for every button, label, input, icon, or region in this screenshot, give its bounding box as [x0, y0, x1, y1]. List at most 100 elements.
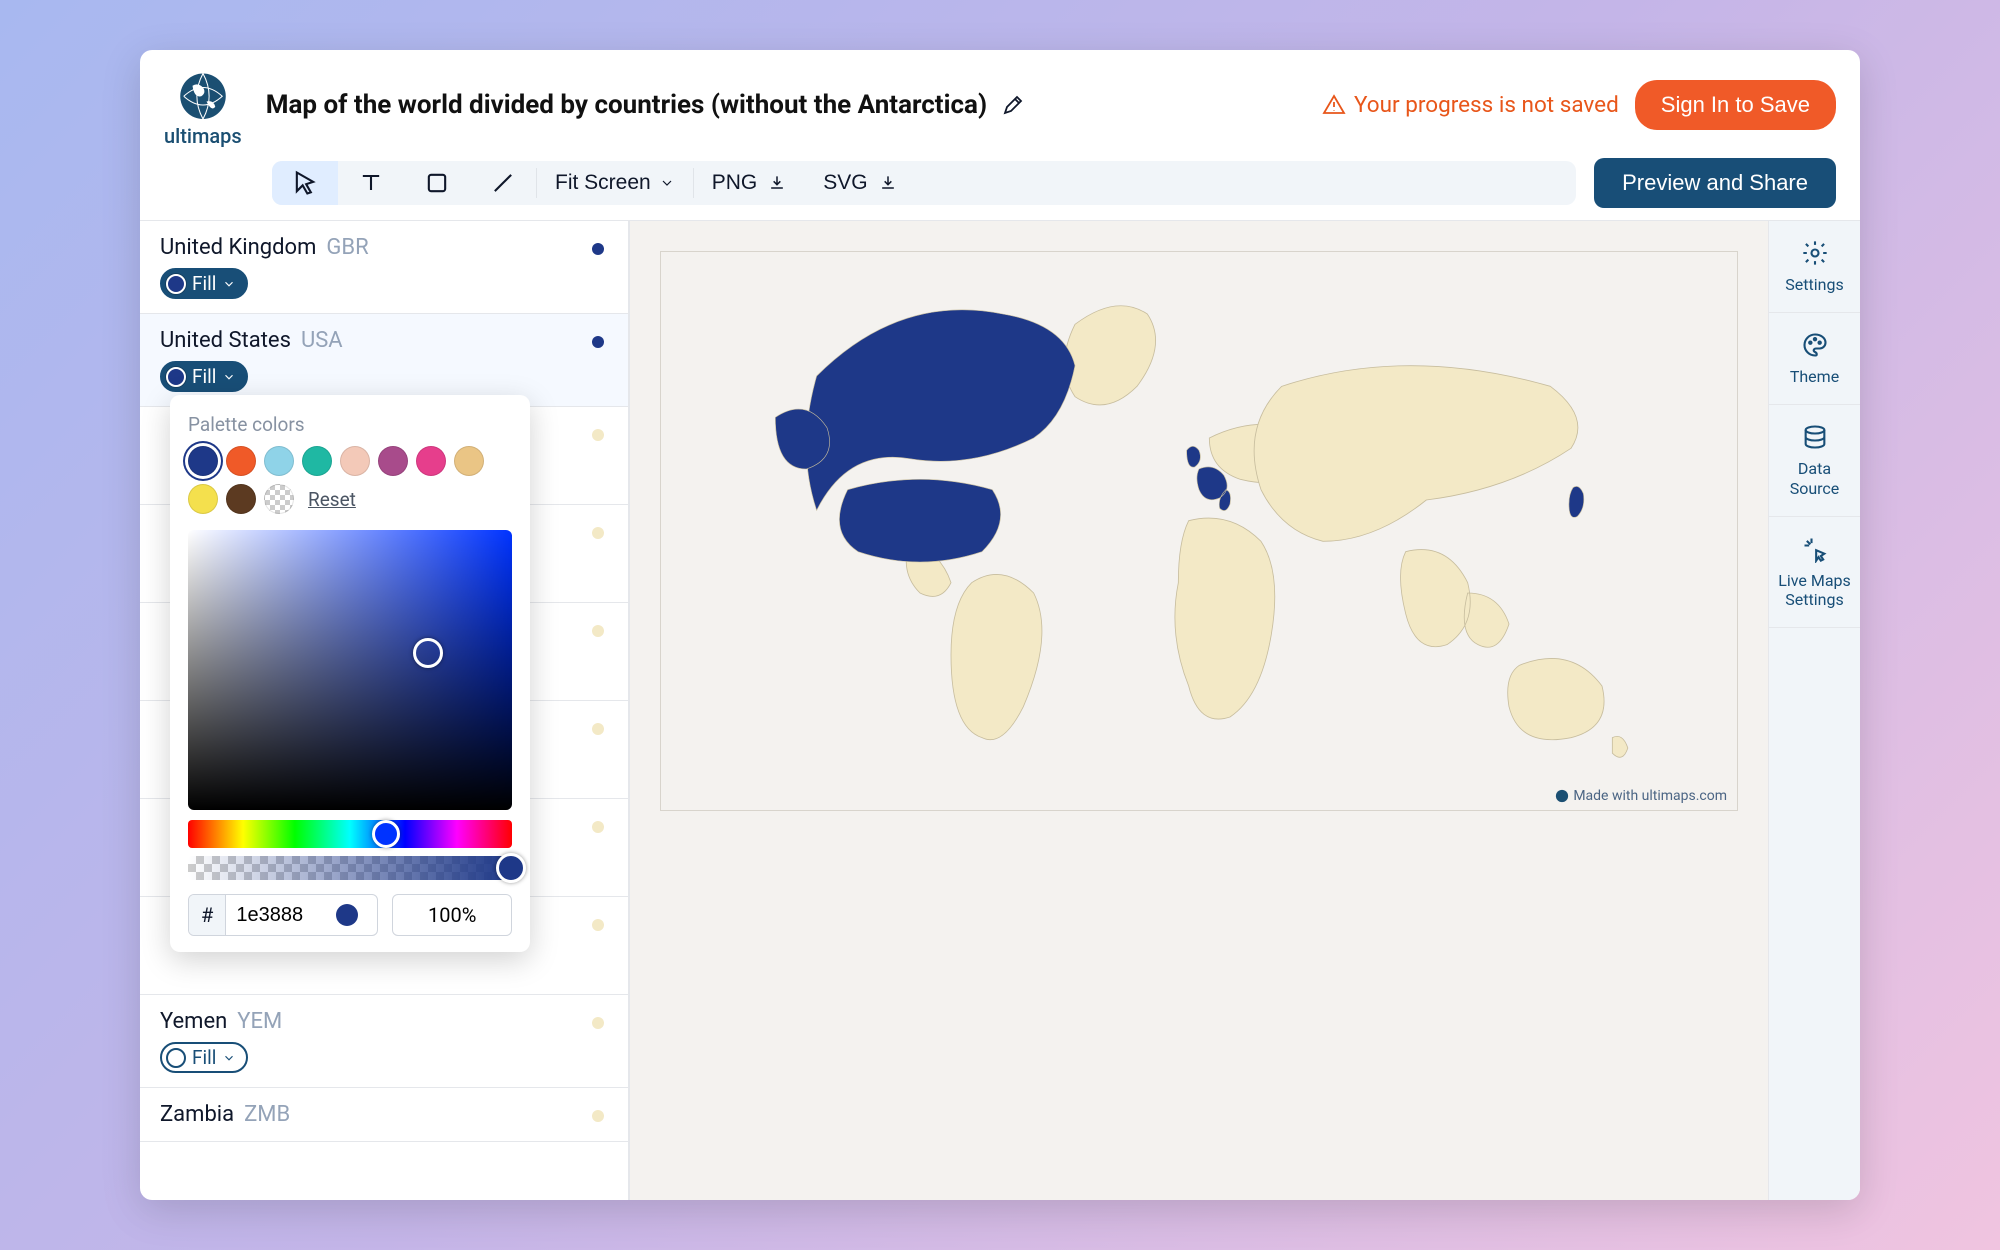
download-icon — [878, 173, 898, 193]
palette-color[interactable] — [302, 446, 332, 476]
world-map — [661, 252, 1737, 810]
edit-icon[interactable] — [1001, 93, 1025, 117]
palette-color[interactable] — [264, 446, 294, 476]
logo[interactable]: ultimaps — [164, 70, 242, 148]
svg-label: SVG — [823, 171, 867, 195]
country-status-dot — [592, 625, 604, 637]
country-status-dot — [592, 527, 604, 539]
palette-color[interactable] — [340, 446, 370, 476]
chevron-down-icon — [222, 277, 236, 291]
preview-share-button[interactable]: Preview and Share — [1594, 158, 1836, 208]
square-icon — [423, 169, 451, 197]
fill-chip[interactable]: Fill — [160, 268, 248, 299]
chevron-down-icon — [659, 175, 675, 191]
credit-text: Made with ultimaps.com — [1573, 788, 1727, 804]
hex-row: # 100% — [188, 894, 512, 936]
country-name: United Kingdom — [160, 235, 316, 260]
palette-color[interactable] — [454, 446, 484, 476]
map-box[interactable]: Made with ultimaps.com — [660, 251, 1738, 811]
click-icon — [1801, 535, 1829, 563]
sign-in-button[interactable]: Sign In to Save — [1635, 80, 1836, 130]
country-row[interactable]: United Kingdom GBR Fill — [140, 221, 628, 314]
line-icon — [489, 169, 517, 197]
rail-label-settings: Settings — [1785, 275, 1843, 294]
rail-live-maps[interactable]: Live Maps Settings — [1769, 517, 1860, 628]
reset-link[interactable]: Reset — [308, 488, 356, 511]
database-icon — [1801, 423, 1829, 451]
hue-slider[interactable] — [188, 820, 512, 848]
right-rail: Settings Theme Data Source Live Maps Set… — [1768, 221, 1860, 1200]
color-picker-popup: Palette colors Reset # 100% — [170, 395, 530, 952]
palette-color[interactable] — [264, 484, 294, 514]
cursor-icon — [291, 169, 319, 197]
country-status-dot — [592, 243, 604, 255]
gear-icon — [1801, 239, 1829, 267]
country-row[interactable]: United States USA Fill — [140, 314, 628, 407]
sv-handle[interactable] — [413, 638, 443, 668]
country-name: Yemen — [160, 1009, 227, 1034]
cursor-tool[interactable] — [272, 161, 338, 205]
alpha-percent[interactable]: 100% — [392, 894, 512, 936]
palette-row: Reset — [188, 446, 512, 514]
alpha-handle[interactable] — [496, 853, 526, 883]
palette-color[interactable] — [416, 446, 446, 476]
warning-text: Your progress is not saved — [1354, 92, 1619, 118]
palette-color[interactable] — [226, 484, 256, 514]
hash-symbol: # — [189, 895, 226, 935]
rect-tool[interactable] — [404, 161, 470, 205]
header: ultimaps Map of the world divided by cou… — [140, 50, 1860, 152]
country-code: GBR — [326, 235, 368, 260]
fill-swatch-icon — [166, 367, 186, 387]
fit-screen-button[interactable]: Fit Screen — [537, 161, 693, 205]
text-icon — [357, 169, 385, 197]
alpha-slider[interactable] — [188, 856, 512, 880]
hex-input[interactable] — [226, 896, 326, 935]
hue-handle[interactable] — [372, 820, 400, 848]
png-label: PNG — [712, 171, 758, 195]
export-svg-button[interactable]: SVG — [805, 161, 915, 205]
fill-chip-label: Fill — [192, 1046, 216, 1069]
export-png-button[interactable]: PNG — [694, 161, 806, 205]
palette-color[interactable] — [188, 484, 218, 514]
palette-color[interactable] — [226, 446, 256, 476]
country-code: YEM — [237, 1009, 282, 1034]
fill-chip[interactable]: Fill — [160, 1042, 248, 1073]
country-code: ZMB — [244, 1102, 290, 1127]
country-status-dot — [592, 723, 604, 735]
map-credit: Made with ultimaps.com — [1555, 788, 1727, 804]
rail-label-live: Live Maps Settings — [1778, 571, 1851, 609]
rail-settings[interactable]: Settings — [1769, 221, 1860, 313]
country-code: USA — [301, 328, 343, 353]
country-row[interactable]: Zambia ZMB — [140, 1088, 628, 1142]
rail-label-theme: Theme — [1790, 367, 1839, 386]
country-status-dot — [592, 1110, 604, 1122]
unsaved-warning: Your progress is not saved — [1322, 92, 1619, 118]
rail-theme[interactable]: Theme — [1769, 313, 1860, 405]
fill-chip[interactable]: Fill — [160, 361, 248, 392]
toolbar: Fit Screen PNG SVG Preview and Share — [140, 152, 1860, 220]
text-tool[interactable] — [338, 161, 404, 205]
page-title: Map of the world divided by countries (w… — [266, 90, 987, 120]
download-icon — [767, 173, 787, 193]
logo-text: ultimaps — [164, 124, 242, 148]
hex-preview-swatch — [336, 904, 358, 926]
country-status-dot — [592, 429, 604, 441]
fit-label: Fit Screen — [555, 171, 651, 195]
palette-color[interactable] — [188, 446, 218, 476]
country-name: Zambia — [160, 1102, 234, 1127]
saturation-value-area[interactable] — [188, 530, 512, 810]
map-canvas-area: Made with ultimaps.com — [630, 221, 1768, 1200]
fill-chip-label: Fill — [192, 272, 216, 295]
country-status-dot — [592, 821, 604, 833]
country-row[interactable]: Yemen YEM Fill — [140, 995, 628, 1088]
globe-icon — [175, 70, 231, 126]
country-status-dot — [592, 919, 604, 931]
palette-color[interactable] — [378, 446, 408, 476]
country-status-dot — [592, 336, 604, 348]
country-name: United States — [160, 328, 291, 353]
rail-data-source[interactable]: Data Source — [1769, 405, 1860, 516]
palette-label: Palette colors — [188, 413, 512, 436]
chevron-down-icon — [222, 1051, 236, 1065]
line-tool[interactable] — [470, 161, 536, 205]
rail-label-data: Data Source — [1790, 459, 1840, 497]
